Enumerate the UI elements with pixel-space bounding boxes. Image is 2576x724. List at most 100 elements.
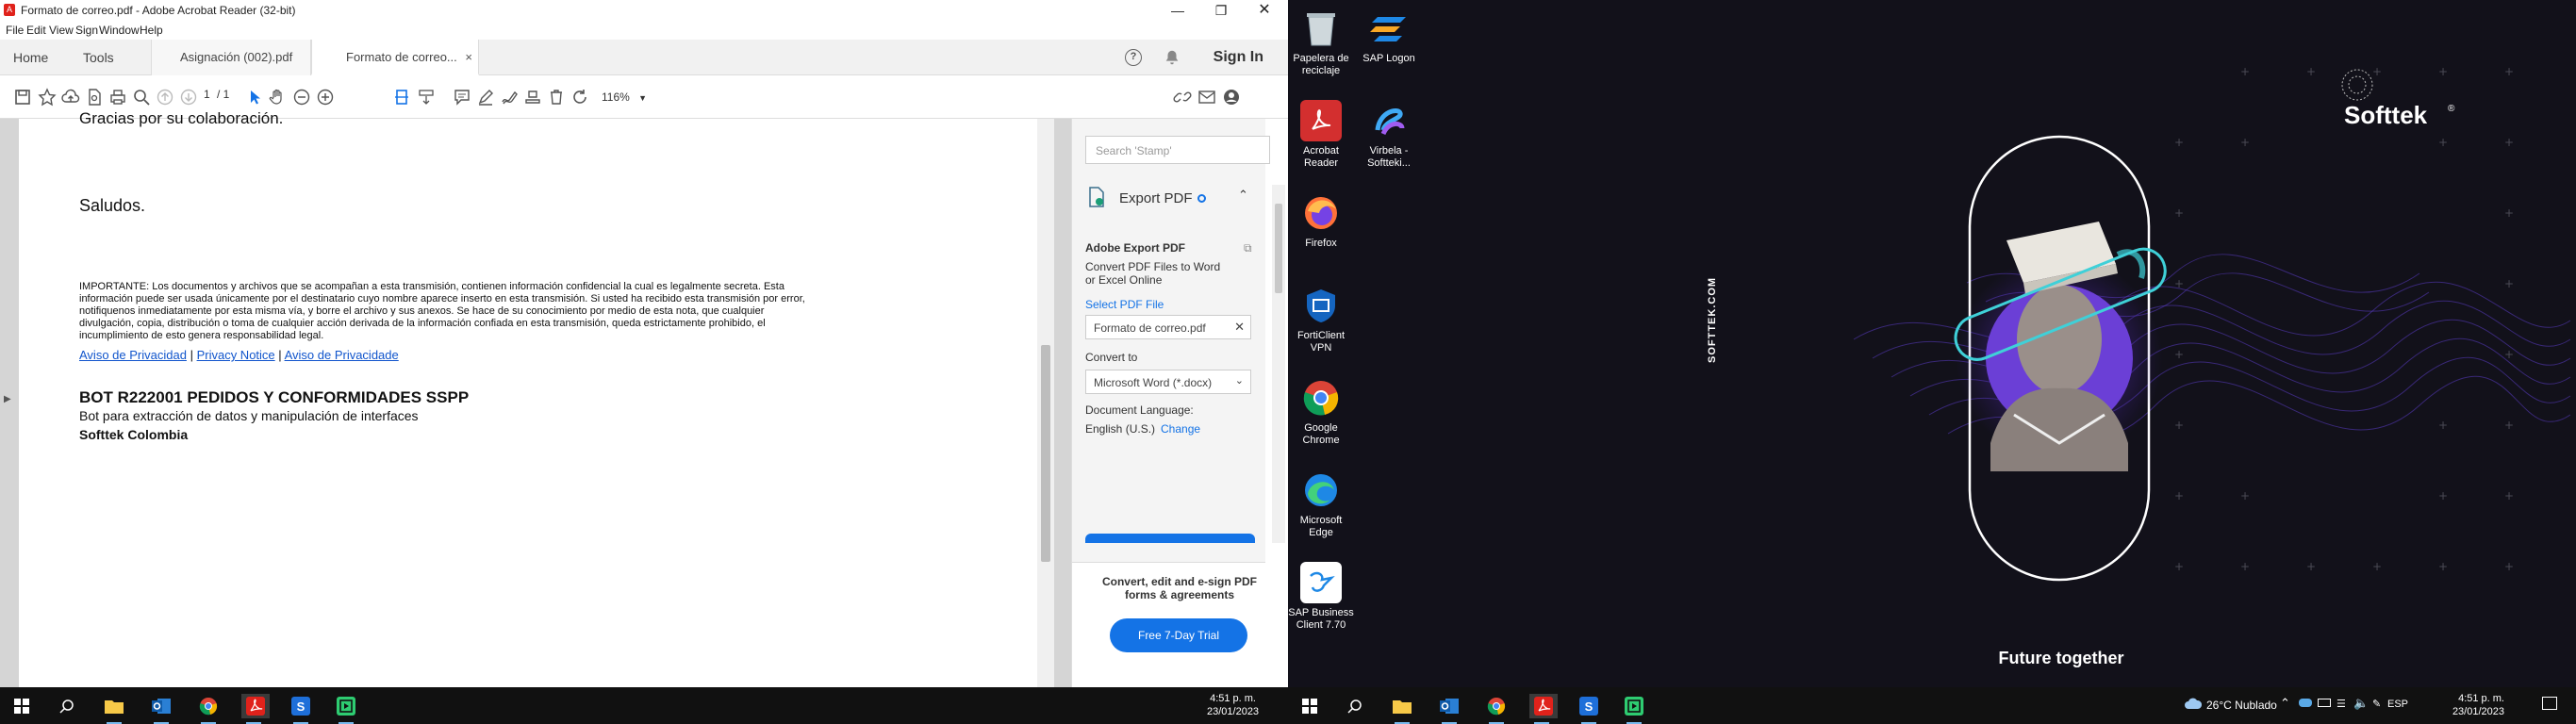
account-icon[interactable]	[1220, 86, 1243, 108]
format-select[interactable]: Microsoft Word (*.docx) ⌄	[1085, 370, 1251, 394]
copy-icon[interactable]: ⧉	[1244, 241, 1252, 255]
desktop-icon-recycle-bin[interactable]: Papelera de reciclaje	[1288, 8, 1354, 77]
maximize-button[interactable]: ❐	[1199, 0, 1243, 21]
left-pane-arrow-icon[interactable]: ▶	[4, 394, 11, 404]
document-scroll-thumb[interactable]	[1041, 345, 1050, 562]
highlight-pen-icon[interactable]	[474, 86, 497, 108]
zoom-out-icon[interactable]	[290, 86, 313, 108]
page-down-icon[interactable]	[177, 86, 200, 108]
tools-pane-scroll-thumb[interactable]	[1275, 204, 1282, 293]
file-explorer-icon[interactable]	[102, 694, 126, 724]
sign-in-button[interactable]: Sign In	[1214, 49, 1263, 66]
file-explorer-icon[interactable]	[1390, 694, 1414, 724]
find-icon[interactable]	[130, 86, 153, 108]
network-icon[interactable]: ☰	[2337, 698, 2346, 710]
desktop-icon-firefox[interactable]: Firefox	[1288, 192, 1354, 250]
rotate-icon[interactable]	[569, 86, 591, 108]
page-up-icon[interactable]	[154, 86, 176, 108]
privacy-link-en[interactable]: Privacy Notice	[197, 348, 275, 362]
start-windows-icon[interactable]	[9, 694, 34, 718]
desktop-icon-sap-logon[interactable]: SAP Logon	[1356, 8, 1422, 65]
save-icon[interactable]	[11, 86, 34, 108]
bell-icon[interactable]	[1164, 49, 1181, 71]
help-icon[interactable]: ?	[1125, 49, 1142, 66]
desktop-icon-edge[interactable]: Microsoft Edge	[1288, 469, 1354, 539]
green-app-icon[interactable]	[1622, 694, 1646, 724]
select-pdf-file-link[interactable]: Select PDF File	[1085, 298, 1164, 311]
page-fit-icon[interactable]	[390, 86, 413, 108]
tab-doc-formato[interactable]: Formato de correo... ×	[311, 40, 479, 75]
chrome-icon[interactable]	[1484, 694, 1509, 724]
print-icon[interactable]	[107, 86, 129, 108]
document-scrollbar[interactable]	[1037, 119, 1054, 687]
clock-secondary[interactable]: 4:51 p. m. 23/01/2023	[2452, 692, 2504, 718]
close-tab-icon[interactable]: ×	[465, 40, 472, 75]
battery-icon[interactable]	[2318, 699, 2331, 707]
scroll-mode-icon[interactable]	[415, 86, 438, 108]
convert-button-partial[interactable]	[1085, 534, 1255, 543]
zoom-in-icon[interactable]	[314, 86, 337, 108]
menu-edit[interactable]: Edit	[26, 24, 46, 37]
language-indicator[interactable]: ESP	[2387, 699, 2408, 710]
star-icon[interactable]	[36, 86, 58, 108]
menu-view[interactable]: View	[49, 24, 74, 37]
file-search-icon[interactable]	[83, 86, 106, 108]
desktop-icon-virbela[interactable]: Virbela - Softteki...	[1356, 100, 1422, 170]
desktop-icon-forticlient[interactable]: FortiClient VPN	[1288, 285, 1354, 354]
volume-icon[interactable]: 🔈	[2353, 696, 2369, 711]
desktop-icon-sap-business-client[interactable]: SAP Business Client 7.70	[1288, 562, 1354, 632]
start-windows-icon[interactable]	[1297, 694, 1322, 718]
tab-tools[interactable]: Tools	[83, 40, 114, 75]
tab-doc-asignacion[interactable]: Asignación (002).pdf	[151, 40, 311, 75]
search-icon[interactable]	[1343, 694, 1367, 718]
desktop-icon-acrobat[interactable]: Acrobat Reader	[1288, 100, 1354, 170]
tab-home[interactable]: Home	[13, 40, 48, 75]
menu-help[interactable]: Help	[140, 24, 163, 37]
softtek-app-icon[interactable]: S	[1577, 694, 1601, 724]
upload-cloud-icon[interactable]	[59, 86, 82, 108]
privacy-link-pt[interactable]: Aviso de Privacidade	[285, 348, 399, 362]
menu-window[interactable]: Window	[99, 24, 140, 37]
free-trial-button[interactable]: Free 7-Day Trial	[1110, 618, 1247, 652]
link-edit-icon[interactable]	[1171, 86, 1194, 108]
clear-file-icon[interactable]: ✕	[1234, 320, 1245, 335]
draw-icon[interactable]	[498, 86, 520, 108]
menu-sign[interactable]: Sign	[75, 24, 98, 37]
privacy-link-es[interactable]: Aviso de Privacidad	[79, 348, 187, 362]
desktop-icon-chrome[interactable]: Google Chrome	[1288, 377, 1354, 447]
weather-text[interactable]: 26°C Nublado	[2206, 699, 2277, 712]
page-number-input[interactable]: 1	[204, 88, 210, 101]
cloud-weather-icon[interactable]	[2184, 697, 2203, 710]
minimize-button[interactable]: —	[1156, 0, 1199, 21]
svg-text:+: +	[2504, 136, 2514, 149]
softtek-app-icon[interactable]: S	[289, 694, 313, 724]
outlook-icon[interactable]	[1437, 694, 1461, 724]
collapse-chevron-icon[interactable]: ⌃	[1238, 188, 1248, 203]
zoom-select[interactable]: 116% ▼	[594, 87, 660, 107]
chrome-icon[interactable]	[196, 694, 221, 724]
notification-center-icon[interactable]	[2542, 697, 2557, 710]
acrobat-taskbar-icon[interactable]	[1529, 694, 1558, 724]
acrobat-taskbar-icon[interactable]	[241, 694, 270, 724]
chevron-up-icon[interactable]: ⌃	[2280, 696, 2290, 711]
softtek-globe-icon	[2341, 69, 2373, 101]
green-app-icon[interactable]	[334, 694, 358, 724]
tools-search-input[interactable]: Search 'Stamp'	[1085, 136, 1270, 164]
hand-tool-icon[interactable]	[266, 86, 289, 108]
outlook-icon[interactable]	[149, 694, 173, 724]
pen-icon[interactable]: ✎	[2372, 698, 2381, 710]
change-language-link[interactable]: Change	[1161, 422, 1200, 436]
comment-icon[interactable]	[451, 86, 473, 108]
clock-primary[interactable]: 4:51 p. m. 23/01/2023	[1207, 692, 1259, 718]
close-window-button[interactable]: ✕	[1243, 0, 1286, 21]
acrobat-icon	[1300, 100, 1342, 141]
tools-pane-scrollbar[interactable]	[1272, 185, 1285, 543]
select-arrow-icon[interactable]	[243, 86, 266, 108]
menu-file[interactable]: File	[6, 24, 24, 37]
export-pdf-header[interactable]: Export PDF	[1119, 190, 1193, 206]
onedrive-icon[interactable]	[2299, 699, 2312, 707]
stamp-icon[interactable]	[521, 86, 544, 108]
mail-icon[interactable]	[1196, 86, 1218, 108]
delete-icon[interactable]	[545, 86, 568, 108]
search-icon[interactable]	[55, 694, 79, 718]
